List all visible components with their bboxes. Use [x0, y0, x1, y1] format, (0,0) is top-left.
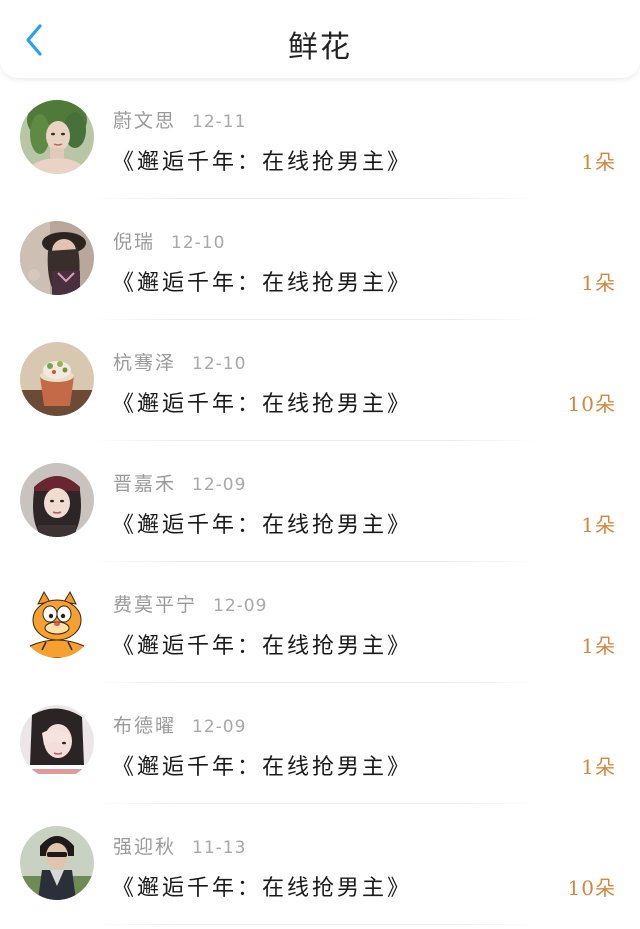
- sender-name: 杭骞泽: [113, 352, 177, 374]
- gift-date: 12-10: [171, 233, 226, 253]
- avatar: [20, 100, 94, 174]
- flower-count: 1朵: [581, 150, 616, 174]
- avatar: [20, 826, 94, 900]
- garfield-cat-cartoon: [20, 584, 94, 658]
- row-divider: [90, 924, 540, 925]
- sender-info: 强迎秋 11-13: [113, 832, 246, 859]
- top-bar: 鲜花: [0, 0, 640, 78]
- list-item[interactable]: 强迎秋 11-13 《邂逅千年：在线抢男主》 10朵: [0, 804, 640, 925]
- gift-date: 12-11: [192, 112, 247, 132]
- book-title: 《邂逅千年：在线抢男主》: [112, 150, 413, 175]
- sender-name: 倪瑞: [113, 231, 156, 253]
- sender-name: 费莫平宁: [113, 594, 198, 616]
- book-title: 《邂逅千年：在线抢男主》: [112, 634, 413, 659]
- gift-date: 12-10: [192, 354, 247, 374]
- avatar: [20, 705, 94, 779]
- sender-info: 布德曜 12-09: [113, 711, 246, 738]
- list-item[interactable]: 倪瑞 12-10 《邂逅千年：在线抢男主》 1朵: [0, 199, 640, 320]
- book-title: 《邂逅千年：在线抢男主》: [112, 755, 413, 780]
- woman-green-hair-photo: [20, 100, 94, 174]
- list-item[interactable]: 蔚文思 12-11 《邂逅千年：在线抢男主》 1朵: [0, 78, 640, 199]
- flower-count: 10朵: [567, 876, 616, 900]
- list-item[interactable]: 晋嘉禾 12-09 《邂逅千年：在线抢男主》 1朵: [0, 441, 640, 562]
- flower-count: 1朵: [581, 271, 616, 295]
- avatar: [20, 221, 94, 295]
- sender-info: 倪瑞 12-10: [113, 227, 225, 254]
- list-item[interactable]: 布德曜 12-09 《邂逅千年：在线抢男主》 1朵: [0, 683, 640, 804]
- flower-list-screen: 鲜花 蔚文思 12-11 《邂逅千年：在线抢男主》 1朵 倪瑞 12-10 《邂…: [0, 0, 640, 929]
- avatar: [20, 584, 94, 658]
- girl-covering-eye-photo: [20, 705, 94, 779]
- gift-date: 11-13: [192, 838, 247, 858]
- sender-name: 晋嘉禾: [113, 473, 177, 495]
- book-title: 《邂逅千年：在线抢男主》: [112, 271, 413, 296]
- book-title: 《邂逅千年：在线抢男主》: [112, 392, 413, 417]
- girl-red-cap-photo: [20, 463, 94, 537]
- gift-date: 12-09: [192, 475, 247, 495]
- flower-count: 1朵: [581, 513, 616, 537]
- list-item[interactable]: 杭骞泽 12-10 《邂逅千年：在线抢男主》 10朵: [0, 320, 640, 441]
- flower-count: 1朵: [581, 634, 616, 658]
- sender-name: 强迎秋: [113, 836, 177, 858]
- book-title: 《邂逅千年：在线抢男主》: [112, 513, 413, 538]
- dessert-cup-photo: [20, 342, 94, 416]
- sender-name: 布德曜: [113, 715, 177, 737]
- sender-info: 杭骞泽 12-10: [113, 348, 246, 375]
- avatar: [20, 463, 94, 537]
- flower-count: 1朵: [581, 755, 616, 779]
- flower-gift-list: 蔚文思 12-11 《邂逅千年：在线抢男主》 1朵 倪瑞 12-10 《邂逅千年…: [0, 78, 640, 925]
- avatar: [20, 342, 94, 416]
- girl-with-hat-photo: [20, 221, 94, 295]
- sender-info: 蔚文思 12-11: [113, 106, 246, 133]
- book-title: 《邂逅千年：在线抢男主》: [112, 876, 413, 901]
- gift-date: 12-09: [192, 717, 247, 737]
- boy-sunglasses-photo: [20, 826, 94, 900]
- sender-name: 蔚文思: [113, 110, 177, 132]
- gift-date: 12-09: [213, 596, 268, 616]
- page-title: 鲜花: [288, 30, 352, 65]
- list-item[interactable]: 费莫平宁 12-09 《邂逅千年：在线抢男主》 1朵: [0, 562, 640, 683]
- sender-info: 晋嘉禾 12-09: [113, 469, 246, 496]
- flower-count: 10朵: [567, 392, 616, 416]
- sender-info: 费莫平宁 12-09: [113, 590, 267, 617]
